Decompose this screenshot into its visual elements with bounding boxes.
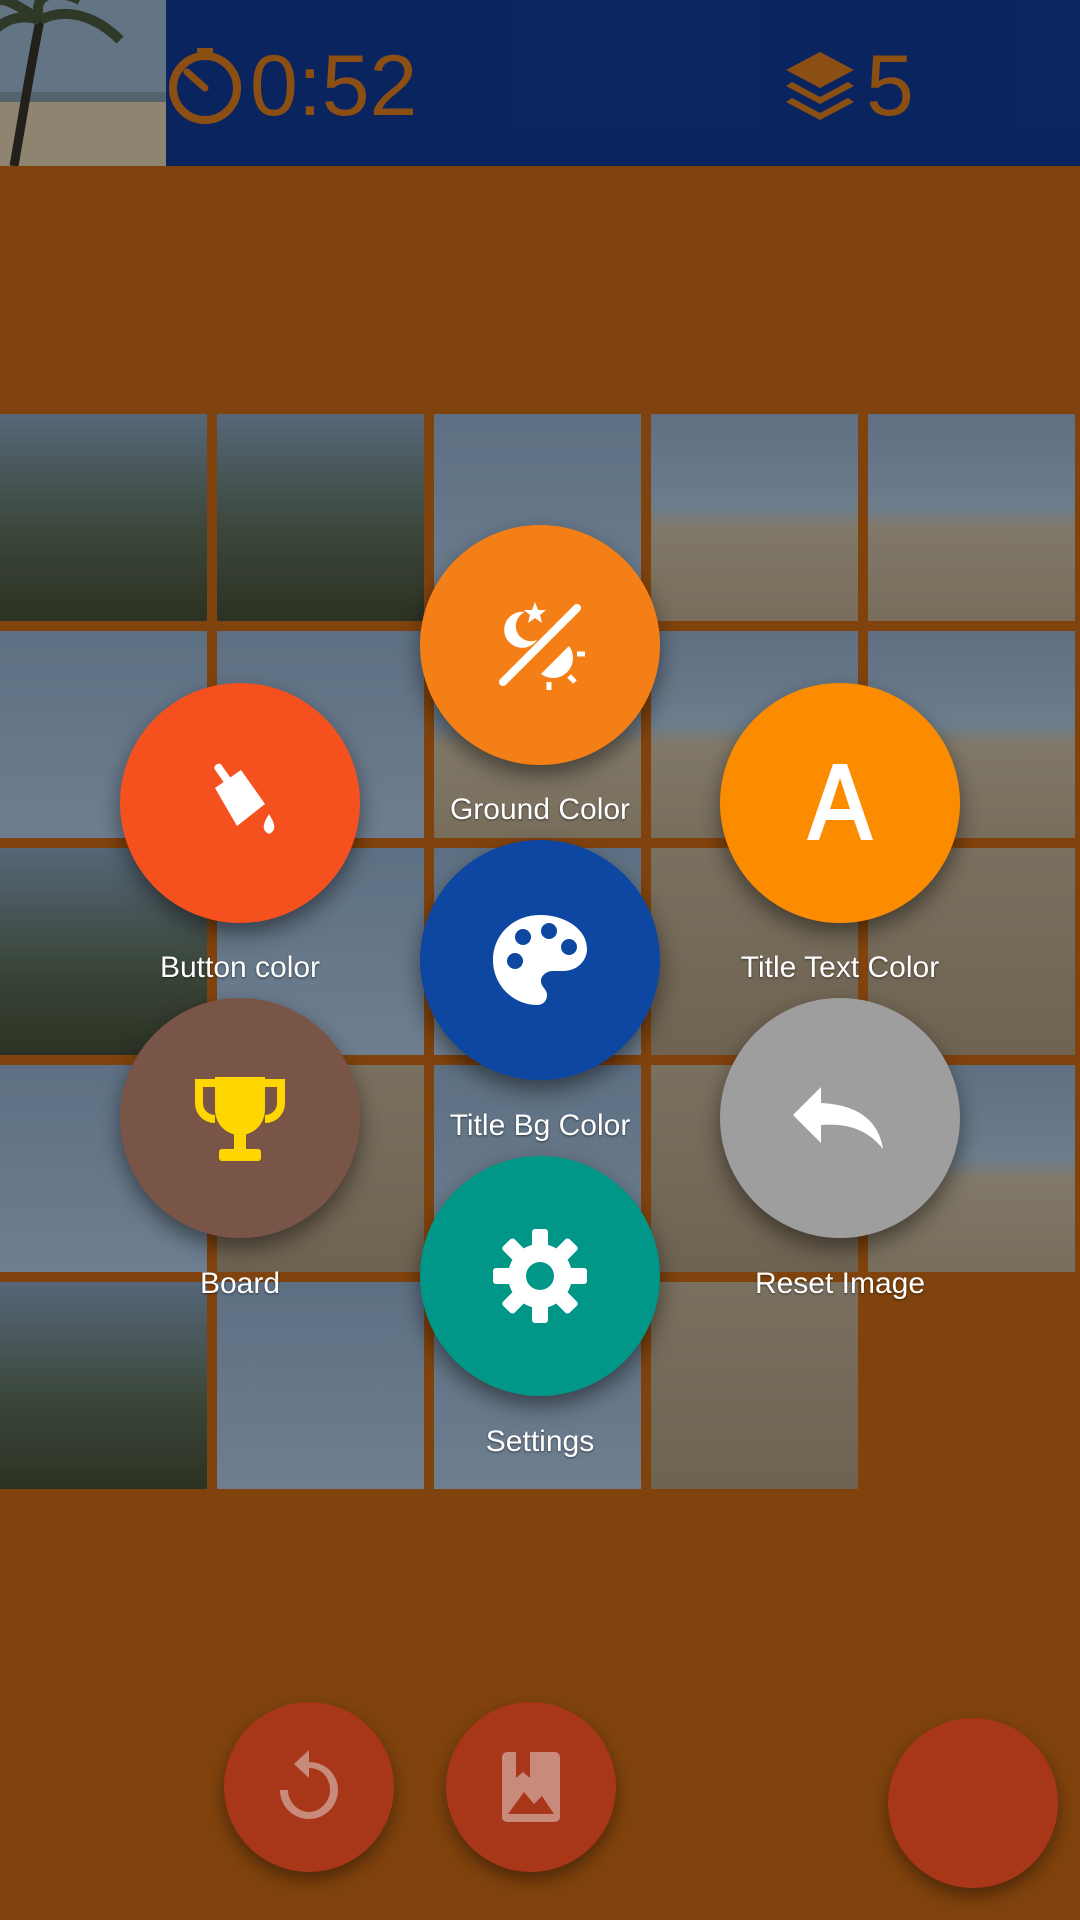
- restart-button[interactable]: [224, 1702, 394, 1872]
- restart-icon: [280, 1750, 338, 1819]
- paint-bucket-icon: [214, 763, 275, 834]
- theme-toggle-icon: [499, 602, 585, 690]
- letter-a-icon: [807, 764, 873, 840]
- title-bg-color-button[interactable]: [420, 840, 660, 1080]
- settings-button[interactable]: [420, 1156, 660, 1396]
- reset-image-button[interactable]: [720, 998, 960, 1238]
- image-button[interactable]: [446, 1702, 616, 1872]
- button-color-label: Button color: [159, 951, 321, 984]
- palette-icon: [493, 915, 587, 1005]
- menu-toggle-button[interactable]: [888, 1718, 1058, 1888]
- ground-color-button[interactable]: [420, 525, 660, 765]
- undo-icon: [793, 1087, 883, 1149]
- gear-icon: [493, 1229, 587, 1323]
- settings-label: Settings: [485, 1425, 595, 1458]
- trophy-icon: [195, 1077, 285, 1161]
- title-text-color-label: Title Text Color: [740, 951, 940, 984]
- title-text-color-button[interactable]: [720, 683, 960, 923]
- board-button[interactable]: [120, 998, 360, 1238]
- ground-color-label: Ground Color: [449, 793, 631, 826]
- board-label: Board: [199, 1267, 281, 1300]
- button-color-button[interactable]: [120, 683, 360, 923]
- image-bookmark-icon: [502, 1752, 560, 1822]
- title-bg-color-label: Title Bg Color: [449, 1109, 631, 1142]
- reset-image-label: Reset Image: [754, 1267, 926, 1300]
